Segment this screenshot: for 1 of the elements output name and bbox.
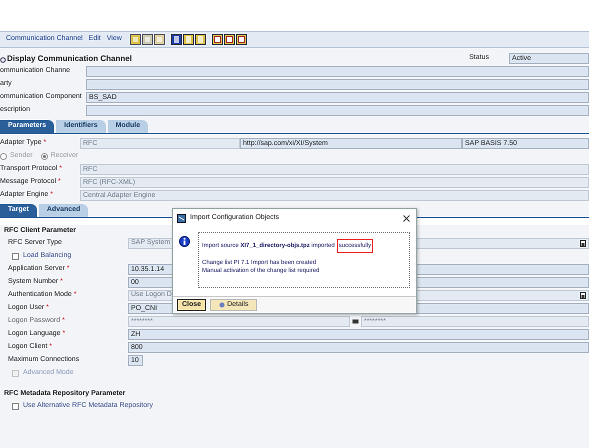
page-title: Display Communication Channel	[7, 52, 132, 64]
